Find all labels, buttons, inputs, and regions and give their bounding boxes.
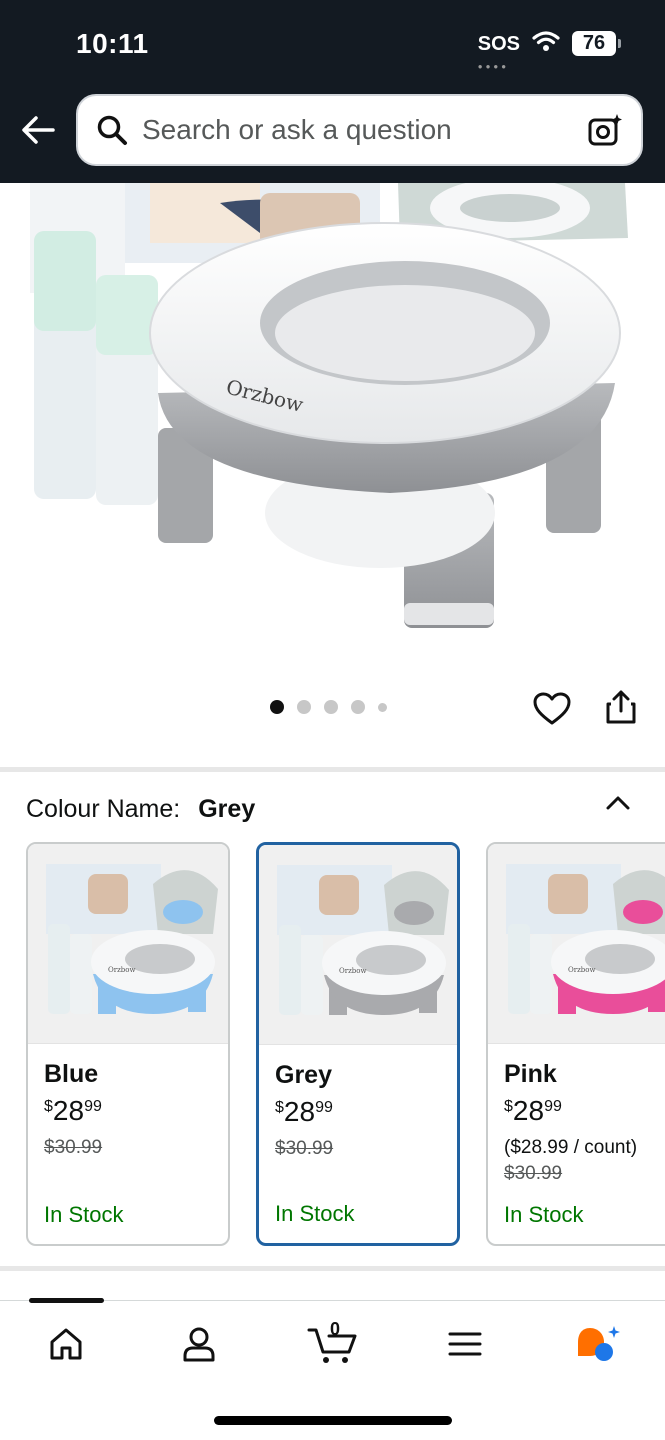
product-image: Orzbow	[30, 183, 628, 628]
share-button[interactable]	[600, 686, 642, 728]
swatch-grey[interactable]: Orzbow Grey $28 99 $30.99 In Stock	[256, 842, 460, 1246]
collapse-button[interactable]	[601, 786, 635, 820]
chevron-up-icon	[606, 796, 630, 810]
share-icon	[606, 690, 636, 724]
product-image-carousel[interactable]: Orzbow	[0, 183, 665, 663]
status-icons: SOS ●●●● 76	[477, 30, 621, 71]
swatch-image: Orzbow	[28, 844, 228, 1044]
swatch-blue[interactable]: Orzbow Blue $28 99 $30.99 In Stock	[26, 842, 230, 1246]
swatch-was-price: $30.99	[504, 1163, 563, 1184]
search-input[interactable]: Search or ask a question	[142, 114, 585, 146]
swatch-price: $28 99	[44, 1095, 102, 1126]
stock-status: In Stock	[44, 1202, 124, 1227]
swatch-image: Orzbow	[259, 845, 457, 1045]
nav-cart[interactable]: 0	[302, 1319, 362, 1369]
menu-icon	[448, 1332, 482, 1356]
swatch-name: Blue	[44, 1060, 99, 1088]
svg-text:Orzbow: Orzbow	[568, 966, 595, 974]
swatch-name: Grey	[275, 1061, 332, 1089]
colour-name-value: Grey	[198, 795, 256, 823]
pagination-dot[interactable]	[351, 700, 365, 714]
status-time: 10:11	[76, 28, 149, 59]
back-arrow-icon	[22, 116, 55, 144]
stock-status: In Stock	[275, 1201, 355, 1226]
home-icon	[50, 1328, 82, 1360]
search-icon	[94, 112, 130, 148]
wishlist-button[interactable]	[531, 688, 573, 730]
swatch-was-price: $30.99	[44, 1137, 103, 1158]
svg-text:Orzbow: Orzbow	[108, 966, 135, 974]
swatch-name: Pink	[504, 1060, 557, 1088]
pagination-dot[interactable]	[378, 702, 387, 712]
swatch-image: Orzbow	[488, 844, 665, 1044]
home-indicator[interactable]	[214, 1416, 452, 1425]
battery-level: 76	[572, 31, 616, 56]
wifi-icon	[532, 30, 560, 57]
app-header: 10:11 SOS ●●●● 76 Search or ask a questi…	[0, 0, 665, 183]
swatch-price: $28 99	[504, 1095, 562, 1126]
colour-name-row: Colour Name: Grey	[26, 795, 255, 824]
signal-dots-icon: ●●●●	[477, 61, 510, 71]
sos-label: SOS	[477, 32, 520, 55]
nav-menu[interactable]	[435, 1319, 495, 1369]
nav-home[interactable]	[36, 1319, 96, 1369]
battery-icon: 76	[572, 31, 621, 56]
swatch-pink[interactable]: Orzbow Pink $28 99 ($28.99 / count) $30.9…	[486, 842, 665, 1246]
image-pagination[interactable]	[270, 700, 387, 714]
section-divider	[0, 767, 665, 772]
heart-icon	[533, 692, 571, 725]
sos-indicator: SOS ●●●●	[477, 32, 520, 71]
rufus-assistant-icon	[578, 1326, 620, 1361]
swatch-was-price: $30.99	[275, 1138, 334, 1159]
swatch-price: $28 99	[275, 1096, 333, 1127]
colour-name-label: Colour Name:	[26, 795, 181, 823]
svg-text:Orzbow: Orzbow	[339, 967, 366, 975]
nav-rufus[interactable]	[567, 1319, 627, 1369]
pagination-dot[interactable]	[270, 700, 284, 714]
stock-status: In Stock	[504, 1202, 584, 1227]
active-tab-indicator	[29, 1298, 104, 1303]
pagination-dot[interactable]	[297, 700, 311, 714]
nav-account[interactable]	[169, 1319, 229, 1369]
camera-search-icon[interactable]	[585, 110, 625, 150]
account-icon	[183, 1327, 215, 1362]
search-bar[interactable]: Search or ask a question	[76, 94, 643, 166]
back-button[interactable]	[18, 110, 58, 150]
section-divider	[0, 1266, 665, 1271]
cart-count: 0	[330, 1319, 341, 1339]
swatch-unit-price: ($28.99 / count)	[504, 1137, 638, 1158]
pagination-dot[interactable]	[324, 700, 338, 714]
